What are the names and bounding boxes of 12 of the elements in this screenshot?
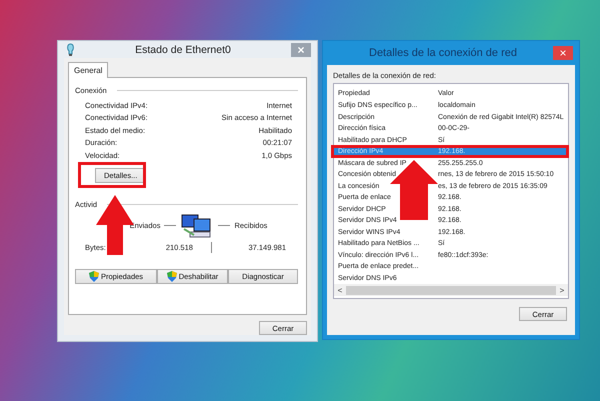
horizontal-scrollbar[interactable]: < > xyxy=(334,284,568,296)
shield-icon xyxy=(88,270,99,282)
scroll-thumb[interactable] xyxy=(346,286,556,294)
window-title: Estado de Ethernet0 xyxy=(134,44,232,56)
network-bulb-icon xyxy=(66,42,75,56)
highlight-frame xyxy=(78,162,146,188)
scroll-right-arrow[interactable]: > xyxy=(556,286,568,294)
tab[interactable]: General xyxy=(68,62,108,78)
window-title: Detalles de la conexión de red xyxy=(368,47,518,59)
scroll-left-arrow[interactable]: < xyxy=(334,286,346,294)
shield-icon xyxy=(166,270,177,282)
close-button[interactable]: × xyxy=(553,46,573,60)
